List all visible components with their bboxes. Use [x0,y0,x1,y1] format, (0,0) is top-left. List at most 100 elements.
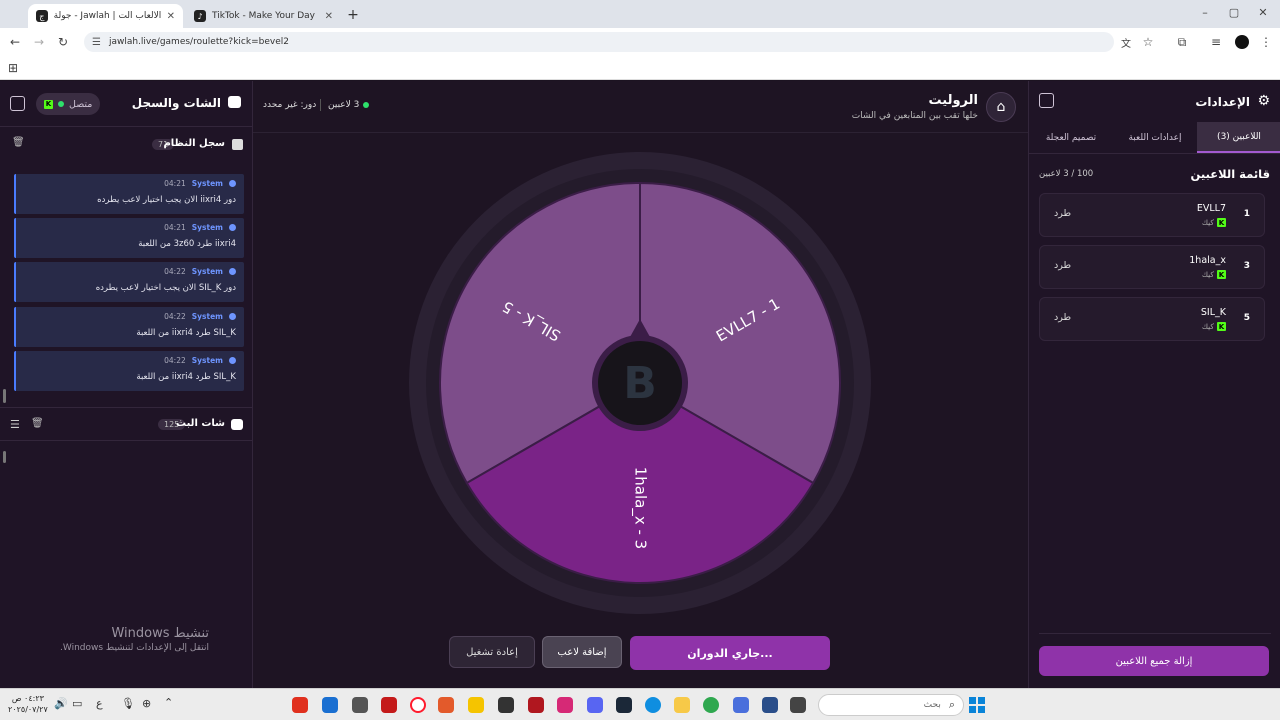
stream-chat-header: ☰ 🗑 125 شات البث [0,407,253,441]
player-name: EVLL7 [1196,203,1226,214]
players-status: 3 لاعبين [328,100,370,110]
platform-label: كيك [1201,270,1214,279]
kick-logo-icon: K [1217,270,1226,279]
message-sender: System [191,179,223,188]
app-icon[interactable] [292,697,308,713]
discord-icon[interactable] [587,697,603,713]
scrollbar-thumb[interactable] [3,451,6,463]
windows-activation-watermark: تنشيط Windows انتقل إلى الإعدادات لتنشيط… [60,626,209,653]
tab-wheel-design[interactable]: تصميم العجلة [1029,122,1113,153]
opera-icon[interactable] [410,697,426,713]
kick-player-button[interactable]: طرد [1054,208,1071,219]
language-icon[interactable]: ع [96,697,103,710]
connection-status-badge: K متصل [36,93,101,115]
url-field[interactable]: ☰ jawlah.live/games/roulette?kick=bevel2 [84,32,1114,52]
system-icon [229,357,236,364]
close-tab-icon[interactable]: ✕ [167,11,175,22]
activation-title: تنشيط Windows [111,626,210,641]
hub-logo-icon: B [623,358,657,409]
app-icon[interactable] [790,697,806,713]
site-info-icon[interactable]: ☰ [92,37,101,48]
player-number: 5 [1243,313,1250,323]
translate-icon[interactable]: 文 [1118,35,1134,50]
online-dot-icon [363,102,370,108]
tab-players[interactable]: اللاعبين (3) [1197,122,1280,153]
kick-player-button[interactable]: طرد [1054,312,1071,323]
chat-bubble-icon [231,419,243,430]
message-time: 04:21 [164,223,186,232]
minimize-icon[interactable]: – [1198,6,1212,19]
windows-start-icon[interactable] [969,697,985,713]
app-icon[interactable] [381,697,397,713]
home-icon[interactable]: ⌂ [986,92,1016,122]
steam-icon[interactable] [616,697,632,713]
microphone-icon[interactable]: 🎙 [121,697,135,710]
back-icon[interactable]: ← [7,35,23,49]
instagram-icon[interactable] [557,697,573,713]
message-time: 04:21 [164,179,186,188]
clear-log-trash-icon[interactable]: 🗑 [12,137,25,148]
apps-grid-icon[interactable]: ⊞ [8,61,18,75]
tab-title: TikTok - Make Your Day [212,11,316,21]
roulette-wheel[interactable]: SIL_K - 5 EVLL7 - 11hala_x - 3 B [408,151,873,616]
profile-avatar[interactable] [1235,35,1249,49]
clock-time: ٠٤:٢٣ ص [11,694,44,703]
filter-icon[interactable]: ☰ [10,418,20,431]
browser-tab-jawlah[interactable]: ج جولة - Jawlah | منصة الألعاب الت ✕ [28,4,183,28]
maximize-icon[interactable]: ▢ [1227,6,1241,19]
app-icon[interactable] [762,697,778,713]
clear-chat-trash-icon[interactable]: 🗑 [31,418,44,429]
app-icon[interactable] [468,697,484,713]
clock-date: ٢٠٢٥/٠٧/٢٧ [8,705,48,714]
reload-icon[interactable]: ↻ [55,35,71,49]
system-icon [229,268,236,275]
replay-button[interactable]: إعادة تشغيل [449,636,535,668]
edge-icon[interactable] [645,697,661,713]
system-log-header: 🗑 71 سجل النظام [0,127,253,157]
file-explorer-icon[interactable] [674,697,690,713]
reading-list-icon[interactable]: ≡ [1208,35,1224,49]
remove-all-players-button[interactable]: إزالة جميع اللاعبين [1039,646,1269,676]
chrome-icon[interactable] [703,697,719,713]
player-name: 1hala_x [1189,255,1226,266]
tab-game-settings[interactable]: إعدادات اللعبة [1113,122,1197,153]
chat-panel-title: الشات والسجل [131,96,221,110]
players-list-count: 100 / 3 لاعبين [1039,169,1094,179]
app-icon[interactable] [498,697,514,713]
address-bar-row: ← → ↻ ☰ jawlah.live/games/roulette?kick=… [0,28,1280,56]
scrollbar-thumb[interactable] [3,389,6,403]
app-icon[interactable] [322,697,338,713]
player-number: 3 [1243,261,1250,271]
app-icon[interactable] [438,697,454,713]
app-icon[interactable] [352,697,368,713]
collapse-panel-icon[interactable] [1039,93,1054,108]
kick-player-button[interactable]: طرد [1054,260,1071,271]
close-window-icon[interactable]: ✕ [1256,6,1270,19]
player-platform: كيك K [1202,270,1226,279]
system-clock[interactable]: ٠٤:٢٣ ص ٢٠٢٥/٠٧/٢٧ [8,693,48,715]
connection-status-label: متصل [69,98,93,110]
spin-button[interactable]: جاري الدوران... [630,636,830,670]
collapse-panel-icon[interactable] [10,96,25,111]
app-icon[interactable] [733,697,749,713]
close-tab-icon[interactable]: ✕ [325,11,333,22]
wheel-segment-label: 1hala_x - 3 [631,467,650,549]
add-player-button[interactable]: إضافة لاعب [542,636,622,668]
tray-chevron-icon[interactable]: ⌃ [164,696,173,709]
url-text: jawlah.live/games/roulette?kick=bevel2 [108,37,289,47]
players-list-title: قائمة اللاعبين [1190,167,1270,181]
app-icon[interactable] [528,697,544,713]
browser-tab-tiktok[interactable]: ♪ TikTok - Make Your Day ✕ [186,4,341,28]
bookmark-star-icon[interactable]: ☆ [1140,35,1156,49]
extensions-icon[interactable]: ⧉ [1174,35,1190,50]
forward-icon[interactable]: → [31,35,47,49]
new-tab-icon[interactable]: + [344,6,362,24]
jawlah-favicon-icon: ج [36,10,48,22]
browser-menu-icon[interactable]: ⋮ [1258,35,1274,49]
network-icon[interactable]: ⊕ [142,697,151,710]
display-icon[interactable]: ▭ [72,697,82,710]
message-sender: System [191,223,223,232]
volume-icon[interactable]: 🔊 [54,697,68,710]
system-icon [229,313,236,320]
taskbar-search[interactable]: بحث ⌕ [818,694,964,716]
